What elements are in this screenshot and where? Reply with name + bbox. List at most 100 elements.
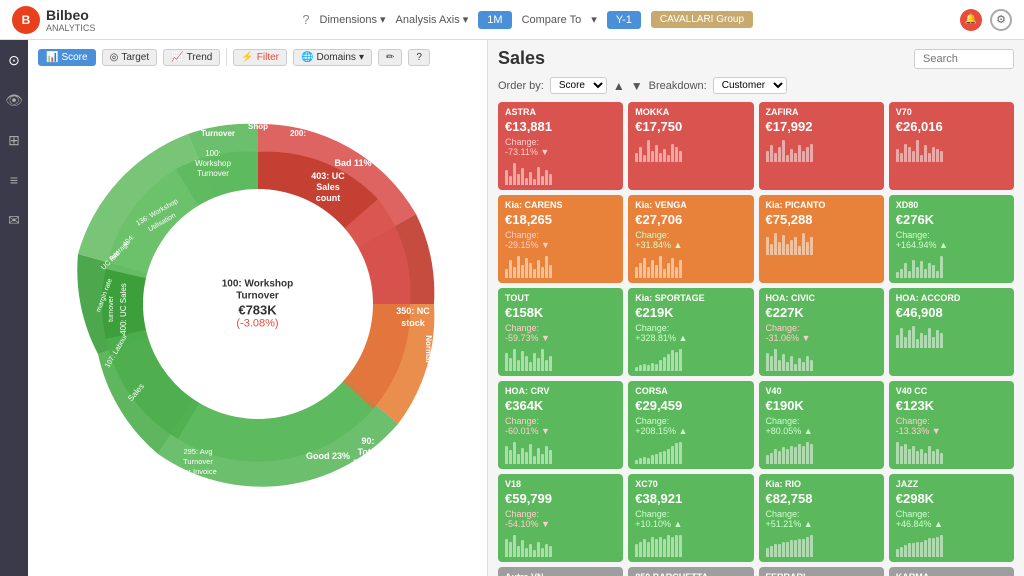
sidebar-grid-icon[interactable]: ⊞ xyxy=(2,128,26,152)
svg-text:Turnover: Turnover xyxy=(200,129,234,138)
sales-card[interactable]: HOA: CIVIC €227K Change:-31.06% ▼ xyxy=(759,288,884,376)
sales-card[interactable]: CORSA €29,459 Change:+208.15% ▲ xyxy=(628,381,753,469)
sales-card[interactable]: KARMA — xyxy=(889,567,1014,576)
svg-text:Turnover: Turnover xyxy=(373,499,403,504)
sidebar-eye-icon[interactable]: 👁 xyxy=(2,88,26,112)
sales-card[interactable]: HOA: ACCORD €46,908 xyxy=(889,288,1014,376)
sort-desc-icon[interactable]: ▼ xyxy=(631,79,643,93)
sales-card[interactable]: TOUT €158K Change:-59.73% ▼ xyxy=(498,288,623,376)
sales-card[interactable]: JAZZ €298K Change:+46.84% ▲ xyxy=(889,474,1014,562)
help-nav[interactable]: ? xyxy=(302,12,309,27)
sales-card[interactable]: Kia: PICANTO €75,288 xyxy=(759,195,884,283)
svg-text:5%: 5% xyxy=(434,358,443,370)
svg-text:100:: 100: xyxy=(205,149,221,158)
card-value: €298K xyxy=(896,491,1007,506)
sort-asc-icon[interactable]: ▲ xyxy=(613,79,625,93)
svg-text:200:: 200: xyxy=(289,129,305,138)
svg-text:Excellent: Excellent xyxy=(180,244,220,254)
compare-y1-button[interactable]: Y-1 xyxy=(607,11,641,29)
sales-card[interactable]: MOKKA €17,750 xyxy=(628,102,753,190)
card-value: €364K xyxy=(505,398,616,413)
sidebar-clock-icon[interactable]: ⊙ xyxy=(2,48,26,72)
dimensions-nav[interactable]: Dimensions ▾ xyxy=(320,13,386,26)
sales-card[interactable]: HOA: CRV €364K Change:-60.01% ▼ xyxy=(498,381,623,469)
analysis-axis-nav[interactable]: Analysis Axis ▾ xyxy=(396,13,469,26)
chart-area: 403: UC Sales count 134: Workshop planni… xyxy=(38,74,477,534)
card-value: €29,459 xyxy=(635,398,746,413)
card-value: €18,265 xyxy=(505,212,616,227)
svg-text:900:: 900: xyxy=(380,477,395,486)
card-value: €276K xyxy=(896,212,1007,227)
card-value: €190K xyxy=(766,398,877,413)
edit-button[interactable]: ✏ xyxy=(378,49,402,66)
group-button[interactable]: CAVALLARI Group xyxy=(651,11,753,28)
score-button[interactable]: 📊 Score xyxy=(38,49,96,66)
svg-text:259: Parts: 259: Parts xyxy=(260,487,294,496)
sales-card[interactable]: V18 €59,799 Change:-54.10% ▼ xyxy=(498,474,623,562)
svg-text:Sales: Sales xyxy=(158,497,177,504)
card-name: TOUT xyxy=(505,293,616,303)
help-toolbar-button[interactable]: ? xyxy=(408,49,430,66)
filter-button[interactable]: ⚡ Filter xyxy=(233,49,287,66)
svg-text:400: UC Sales: 400: UC Sales xyxy=(119,283,128,335)
card-name: Autre VN xyxy=(505,572,616,576)
sales-card[interactable]: FERRARI — xyxy=(759,567,884,576)
card-name: Kia: RIO xyxy=(766,479,877,489)
card-name: Kia: CARENS xyxy=(505,200,616,210)
card-name: V40 xyxy=(766,386,877,396)
card-value: €38,921 xyxy=(635,491,746,506)
sidebar-mail-icon[interactable]: ✉ xyxy=(2,208,26,232)
order-by-select[interactable]: Score Name Value xyxy=(550,77,607,94)
svg-text:90:: 90: xyxy=(361,436,374,446)
svg-text:Workshop: Workshop xyxy=(195,159,231,168)
settings-icon[interactable]: ⚙ xyxy=(990,9,1012,31)
sales-card[interactable]: 850 BARCHETTA — xyxy=(628,567,753,576)
sales-card[interactable]: XD80 €276K Change:+164.94% ▲ xyxy=(889,195,1014,283)
svg-text:Per Invoice: Per Invoice xyxy=(179,467,217,476)
main-content: 📊 Score ◎ Target 📈 Trend ⚡ Filter 🌐 Doma… xyxy=(28,40,1024,576)
sales-card[interactable]: Kia: RIO €82,758 Change:+51.21% ▲ xyxy=(759,474,884,562)
period-button[interactable]: 1M xyxy=(478,11,511,29)
toolbar-sep xyxy=(226,48,227,66)
svg-text:margin: margin xyxy=(316,503,339,504)
cards-grid: ASTRA €13,881 Change:-73.11% ▼ MOKKA €17… xyxy=(498,102,1014,576)
domains-button[interactable]: 🌐 Domains ▾ xyxy=(293,49,372,66)
card-value: €123K xyxy=(896,398,1007,413)
svg-text:Good 23%: Good 23% xyxy=(305,451,349,461)
card-value: €17,992 xyxy=(766,119,877,134)
card-name: HOA: CIVIC xyxy=(766,293,877,303)
sales-card[interactable]: Kia: SPORTAGE €219K Change:+328.81% ▲ xyxy=(628,288,753,376)
sales-card[interactable]: V70 €26,016 xyxy=(889,102,1014,190)
sales-header: Sales xyxy=(498,48,1014,69)
sales-card[interactable]: V40 CC €123K Change:-13.33% ▼ xyxy=(889,381,1014,469)
card-value: €75,288 xyxy=(766,212,877,227)
sales-card[interactable]: Autre VN — xyxy=(498,567,623,576)
card-name: CORSA xyxy=(635,386,746,396)
card-name: Kia: PICANTO xyxy=(766,200,877,210)
sales-search-input[interactable] xyxy=(914,49,1014,69)
card-name: V70 xyxy=(896,107,1007,117)
svg-text:Very: Very xyxy=(208,344,227,354)
donut-center: 100: WorkshopTurnover €783K (-3.08%) xyxy=(198,279,318,330)
sales-card[interactable]: ZAFIRA €17,992 xyxy=(759,102,884,190)
left-sidebar: ⊙ 👁 ⊞ ≡ ✉ xyxy=(0,40,28,576)
card-value: €27,706 xyxy=(635,212,746,227)
sales-card[interactable]: ASTRA €13,881 Change:-73.11% ▼ xyxy=(498,102,623,190)
card-name: HOA: CRV xyxy=(505,386,616,396)
bell-icon[interactable]: 🔔 xyxy=(960,9,982,31)
card-value: €219K xyxy=(635,305,746,320)
svg-text:11%: 11% xyxy=(191,256,209,266)
svg-text:Turnover: Turnover xyxy=(197,169,229,178)
trend-button[interactable]: 📈 Trend xyxy=(163,49,220,66)
svg-text:Margin: Margin xyxy=(353,458,383,468)
svg-text:Total: Total xyxy=(357,447,378,457)
donut-container: 403: UC Sales count 134: Workshop planni… xyxy=(58,104,458,504)
sidebar-menu-icon[interactable]: ≡ xyxy=(2,168,26,192)
target-button[interactable]: ◎ Target xyxy=(102,49,158,66)
sales-card[interactable]: V40 €190K Change:+80.05% ▲ xyxy=(759,381,884,469)
sales-card[interactable]: XC70 €38,921 Change:+10.10% ▲ xyxy=(628,474,753,562)
filter-icon: ⚡ xyxy=(241,52,253,63)
sales-card[interactable]: Kia: CARENS €18,265 Change:-29.15% ▼ xyxy=(498,195,623,283)
breakdown-select[interactable]: Customer Product xyxy=(713,77,787,94)
sales-card[interactable]: Kia: VENGA €27,706 Change:+31.84% ▲ xyxy=(628,195,753,283)
